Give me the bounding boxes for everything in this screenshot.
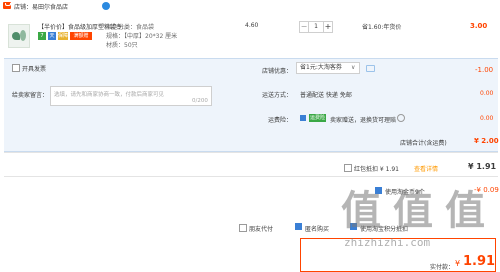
shipping-method: 普通配送 快递 免邮 (300, 92, 352, 99)
quantity-decrease-button[interactable]: − (299, 21, 309, 33)
red-packet-amount: ¥ 1.91 (468, 162, 497, 171)
discount-label: 店铺优惠： (262, 68, 293, 75)
payment-amount: 1.91 (463, 254, 496, 269)
quantity-input[interactable]: 1 (309, 21, 323, 33)
invoice-checkbox[interactable] (12, 64, 20, 72)
anonymous-buy-checkbox[interactable] (295, 223, 302, 230)
discount-amount: -1.00 (475, 66, 494, 74)
store-icon (3, 2, 11, 9)
freight-insurance-checkbox[interactable] (300, 115, 306, 121)
currency-symbol: ¥ (455, 259, 461, 268)
watermark-glyph: 值 (445, 188, 485, 234)
red-packet-checkbox[interactable] (344, 164, 352, 172)
anonymous-buy-label: 匿名购买 (305, 226, 330, 233)
friend-pay-label: 朋友代付 (249, 226, 274, 233)
freight-insurance-text: 卖家赠送，退换货可理赔 (330, 117, 397, 124)
quantity-increase-button[interactable]: + (323, 21, 333, 33)
divider (4, 176, 498, 177)
comment-icon[interactable] (366, 65, 375, 72)
help-icon[interactable] (397, 114, 405, 122)
message-label: 给卖家留言： (12, 92, 49, 99)
chat-icon[interactable] (102, 2, 110, 10)
watermark-url: zhizhizhi.com (344, 236, 431, 249)
sku-material: 材质：50只 (106, 42, 138, 49)
red-packet-details-link[interactable]: 查看详情 (414, 164, 438, 173)
shipping-amount: 0.00 (480, 90, 494, 97)
message-placeholder: 选填，请先和商家协商一致，付款后商家可见 (54, 92, 165, 98)
watermark-glyph: 值 (393, 188, 433, 234)
store-subtotal-label: 店铺合计(含运费) (400, 140, 447, 147)
invoice-label: 开具发票 (22, 66, 47, 73)
seven-day-badge: 7 (38, 32, 46, 40)
red-packet-text: 红包抵扣 ¥ 1.91 (354, 166, 399, 173)
item-total: 3.00 (470, 22, 488, 30)
divider (4, 152, 498, 153)
shipping-label: 运送方式： (262, 92, 293, 99)
freight-insurance-amount: 0.00 (480, 115, 494, 122)
store-row (0, 0, 500, 12)
payment-label: 实付款： (430, 264, 455, 271)
freight-insurance-tag: 运费险 (309, 114, 327, 122)
sku-spec: 规格：【中厚】20*32 厘米 (106, 33, 178, 40)
sku-color: 颜色分类：食品袋 (106, 24, 155, 31)
store-subtotal-amount: ¥ 2.00 (474, 137, 499, 145)
product-thumbnail[interactable] (8, 24, 30, 48)
gift-badge: 满额赠 (70, 32, 92, 40)
guarantee-badge: 保障 (58, 32, 69, 40)
freight-insurance-label: 运费险： (268, 117, 293, 124)
watermark-glyph: 值 (341, 188, 381, 234)
friend-pay-checkbox[interactable] (239, 224, 247, 232)
unit-price: 4.60 (245, 22, 259, 29)
store-name-link[interactable]: 店铺：易田尔食品店 (14, 2, 68, 11)
chevron-down-icon[interactable]: ∨ (351, 64, 355, 71)
day-badge: 天 (48, 32, 56, 40)
saving-text: 省1.60:年货价 (362, 24, 402, 31)
message-counter: 0/200 (192, 98, 208, 104)
